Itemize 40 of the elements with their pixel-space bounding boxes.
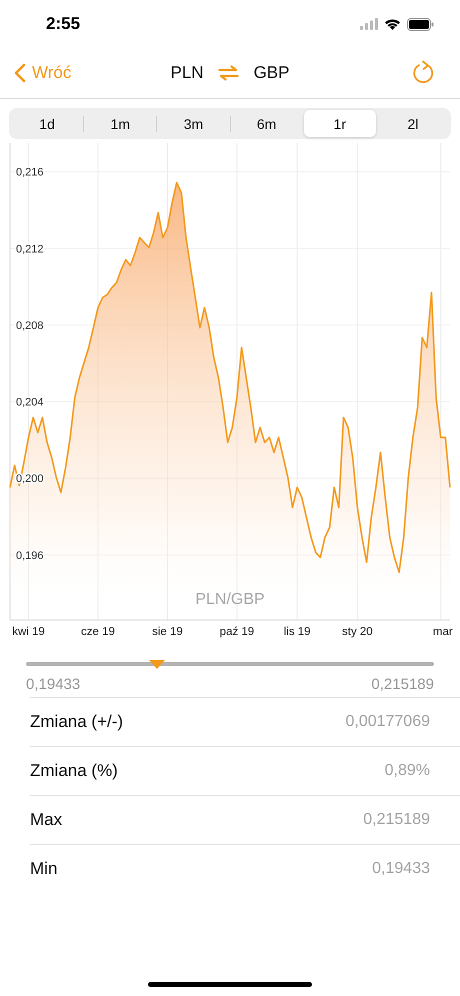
x-axis-label: sty 20 [342, 626, 373, 638]
x-axis-label: cze 19 [81, 626, 115, 638]
x-axis-label: paź 19 [220, 626, 254, 638]
stat-value: 0,215189 [363, 811, 430, 829]
y-axis-label: 0,196 [16, 550, 44, 562]
stat-value: 0,89% [384, 762, 430, 780]
swap-icon[interactable] [218, 65, 240, 81]
battery-icon [407, 18, 434, 30]
refresh-icon[interactable] [412, 60, 436, 86]
back-chevron-icon [14, 63, 26, 83]
signal-icon [360, 18, 378, 30]
currency-from: PLN [170, 63, 204, 83]
currency-to: GBP [254, 63, 290, 83]
x-axis-label: sie 19 [152, 626, 183, 638]
period-tab[interactable]: 1m [84, 110, 156, 137]
y-axis-label: 0,208 [16, 320, 44, 332]
stat-value: 0,00177069 [345, 713, 430, 731]
x-axis-label: lis 19 [284, 626, 311, 638]
wifi-icon [384, 18, 401, 30]
stat-label: Min [30, 859, 58, 879]
range-slider[interactable] [26, 662, 434, 666]
period-tab[interactable]: 1d [11, 110, 84, 137]
x-axis-label: mar [432, 626, 453, 638]
period-tab[interactable]: 3m [157, 110, 230, 137]
stat-label: Zmiana (+/-) [30, 712, 124, 732]
stat-value: 0,19433 [372, 860, 430, 878]
range-min: 0,19433 [26, 676, 80, 693]
x-axis-label: kwi 19 [12, 626, 45, 638]
period-tab[interactable]: 2l [376, 110, 450, 137]
stat-label: Max [30, 810, 62, 830]
range-max: 0,215189 [371, 676, 434, 693]
y-axis-label: 0,204 [16, 396, 44, 409]
period-tab[interactable]: 1r [304, 110, 376, 137]
status-time: 2:55 [46, 14, 80, 34]
y-axis-label: 0,212 [16, 243, 44, 256]
chart-title: PLN/GBP [195, 591, 265, 608]
stat-label: Zmiana (%) [30, 761, 118, 781]
period-tab[interactable]: 6m [230, 110, 303, 137]
y-axis-label: 0,216 [16, 166, 44, 179]
slider-thumb[interactable] [148, 660, 165, 669]
